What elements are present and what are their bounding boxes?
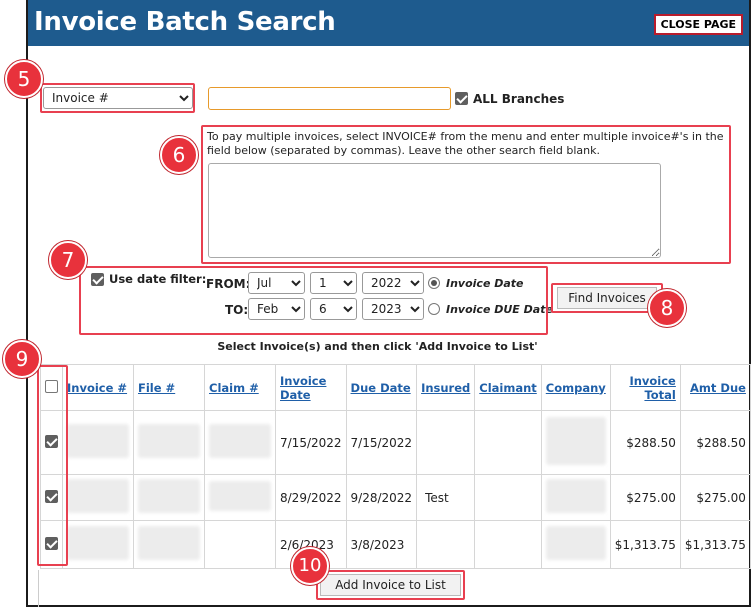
col-due-date[interactable]: Due Date bbox=[351, 381, 411, 395]
all-branches-label: ALL Branches bbox=[473, 92, 565, 106]
row-insured: Test bbox=[416, 474, 476, 521]
to-year-select[interactable]: 2023 bbox=[362, 298, 424, 320]
row-insured bbox=[416, 410, 476, 475]
row-checkbox[interactable] bbox=[45, 434, 58, 448]
col-company[interactable]: Company bbox=[546, 381, 606, 395]
to-label: TO: bbox=[225, 303, 249, 317]
redacted-file bbox=[138, 479, 200, 513]
to-month-select[interactable]: Feb bbox=[248, 298, 305, 320]
redacted-file bbox=[138, 526, 200, 560]
callout-badge-9: 9 bbox=[3, 340, 41, 378]
row-amt-due: $1,313.75 bbox=[679, 520, 751, 569]
multi-invoice-hint: To pay multiple invoices, select INVOICE… bbox=[207, 130, 724, 157]
table-row[interactable]: 2/6/2023 3/8/2023 $1,313.75 $1,313.75 bbox=[40, 520, 751, 569]
close-page-button[interactable]: CLOSE PAGE bbox=[653, 14, 743, 35]
row-invoice-total: $288.50 bbox=[609, 410, 681, 475]
from-day-select[interactable]: 1 bbox=[310, 272, 357, 294]
to-day-select[interactable]: 6 bbox=[310, 298, 357, 320]
redacted-invoice bbox=[67, 479, 129, 513]
redacted-invoice bbox=[67, 424, 129, 458]
row-claimant bbox=[474, 520, 542, 569]
redacted-invoice bbox=[67, 526, 129, 560]
redacted-company bbox=[545, 526, 606, 560]
col-file-number[interactable]: File # bbox=[138, 381, 175, 395]
use-date-filter-label: Use date filter: bbox=[109, 272, 207, 286]
search-input[interactable] bbox=[208, 87, 451, 110]
callout-badge-8: 8 bbox=[648, 289, 686, 327]
row-invoice-total: $1,313.75 bbox=[609, 520, 681, 569]
table-header-row: Invoice # File # Claim # Invoice Date Du… bbox=[40, 364, 751, 411]
row-due-date: 7/15/2022 bbox=[345, 410, 418, 475]
all-branches-checkbox[interactable] bbox=[455, 92, 468, 105]
row-claimant bbox=[474, 410, 542, 475]
invoice-due-date-radio[interactable] bbox=[428, 303, 440, 315]
table-bottom-border bbox=[38, 570, 39, 607]
row-insured bbox=[416, 520, 476, 569]
col-invoice-number[interactable]: Invoice # bbox=[67, 381, 127, 395]
invoice-date-label: Invoice Date bbox=[446, 277, 524, 290]
row-checkbox[interactable] bbox=[45, 536, 58, 550]
callout-badge-7: 7 bbox=[49, 241, 87, 279]
redacted-company bbox=[545, 417, 606, 465]
row-amt-due: $275.00 bbox=[679, 474, 751, 521]
redacted-company bbox=[545, 479, 606, 513]
redacted-file bbox=[138, 424, 200, 458]
callout-badge-5: 5 bbox=[5, 60, 43, 98]
col-claimant[interactable]: Claimant bbox=[479, 381, 537, 395]
col-amt-due[interactable]: Amt Due bbox=[690, 381, 746, 395]
invoice-due-date-label: Invoice DUE Date bbox=[446, 303, 553, 316]
row-invoice-date: 8/29/2022 bbox=[275, 474, 347, 521]
from-month-select[interactable]: Jul bbox=[248, 272, 305, 294]
search-field-select[interactable]: Invoice # bbox=[43, 87, 193, 109]
row-invoice-date: 7/15/2022 bbox=[275, 410, 347, 475]
col-insured[interactable]: Insured bbox=[421, 381, 470, 395]
col-claim-number[interactable]: Claim # bbox=[209, 381, 259, 395]
callout-badge-6: 6 bbox=[160, 136, 198, 174]
add-invoice-to-list-button[interactable]: Add Invoice to List bbox=[320, 574, 461, 596]
invoice-date-radio[interactable] bbox=[428, 277, 440, 289]
page-title: Invoice Batch Search bbox=[34, 7, 336, 37]
from-label: FROM: bbox=[206, 277, 251, 291]
row-claimant bbox=[474, 474, 542, 521]
redacted-claim bbox=[209, 481, 271, 511]
col-invoice-total[interactable]: Invoice Total bbox=[629, 374, 675, 402]
row-due-date: 3/8/2023 bbox=[345, 520, 418, 569]
find-invoices-button[interactable]: Find Invoices bbox=[557, 287, 657, 309]
col-invoice-date[interactable]: Invoice Date bbox=[280, 374, 326, 402]
multi-invoice-textarea[interactable] bbox=[208, 163, 661, 258]
row-amt-due: $288.50 bbox=[679, 410, 751, 475]
table-row[interactable]: 8/29/2022 9/28/2022 Test $275.00 $275.00 bbox=[40, 474, 751, 521]
row-invoice-total: $275.00 bbox=[609, 474, 681, 521]
row-checkbox[interactable] bbox=[45, 489, 58, 503]
page-header: Invoice Batch Search CLOSE PAGE bbox=[28, 0, 749, 46]
from-year-select[interactable]: 2022 bbox=[362, 272, 424, 294]
select-all-checkbox[interactable] bbox=[45, 379, 58, 393]
invoice-table: Invoice # File # Claim # Invoice Date Du… bbox=[40, 364, 751, 569]
callout-badge-10: 10 bbox=[291, 547, 329, 585]
table-caption: Select Invoice(s) and then click 'Add In… bbox=[217, 340, 538, 353]
redacted-claim bbox=[209, 424, 271, 458]
table-row[interactable]: 7/15/2022 7/15/2022 $288.50 $288.50 bbox=[40, 410, 751, 475]
use-date-filter-checkbox[interactable] bbox=[91, 273, 104, 286]
row-due-date: 9/28/2022 bbox=[345, 474, 418, 521]
